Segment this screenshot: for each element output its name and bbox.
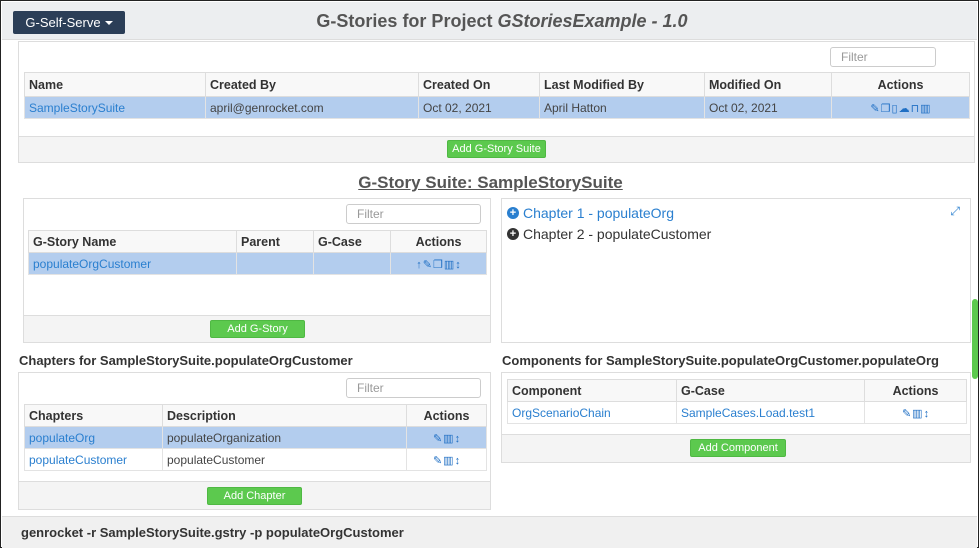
col-actions: Actions	[390, 230, 487, 253]
pencil-icon[interactable]: ✎	[902, 408, 911, 420]
col-name[interactable]: Name	[24, 72, 206, 97]
chapter-description: populateCustomer	[162, 448, 407, 471]
plus-circle-icon[interactable]: +	[507, 228, 519, 240]
pencil-icon[interactable]: ✎	[870, 103, 879, 115]
trash-icon[interactable]: ▥	[912, 408, 922, 420]
chapter-name-link[interactable]: populateCustomer	[29, 453, 127, 467]
chapter-tree-label: Chapter 1 - populateOrg	[523, 205, 674, 221]
chapter-actions: ✎▥↕	[406, 448, 487, 471]
app-window: G-Self-Serve G-Stories for Project GStor…	[0, 0, 979, 548]
suite-name-link[interactable]: SampleStorySuite	[29, 101, 125, 115]
suite-created-on: Oct 02, 2021	[418, 96, 540, 119]
pencil-icon[interactable]: ✎	[433, 455, 442, 467]
self-serve-dropdown[interactable]: G-Self-Serve	[13, 11, 125, 34]
page-title: G-Stories for Project GStoriesExample - …	[152, 11, 852, 32]
caret-down-icon	[104, 20, 113, 25]
stories-panel-footer: Add G-Story	[24, 315, 490, 342]
header-bar: G-Self-Serve G-Stories for Project GStor…	[2, 2, 977, 40]
col-gstory-name[interactable]: G-Story Name	[28, 230, 237, 253]
chapters-heading: Chapters for SampleStorySuite.populateOr…	[19, 353, 353, 368]
chapters-table: Chapters Description Actions populateOrg…	[24, 404, 487, 471]
add-component-button[interactable]: Add Component	[690, 439, 786, 457]
trash-icon[interactable]: ▥	[443, 455, 453, 467]
col-gcase[interactable]: G-Case	[676, 379, 865, 402]
chapter-actions: ✎▥↕	[406, 426, 487, 449]
unlock-icon[interactable]: ⊓	[911, 103, 920, 115]
suite-modified-on: Oct 02, 2021	[704, 96, 832, 119]
col-component[interactable]: Component	[507, 379, 677, 402]
chapter-name-link[interactable]: populateOrg	[29, 431, 95, 445]
components-panel: Component G-Case Actions OrgScenarioChai…	[501, 372, 971, 463]
reorder-icon[interactable]: ↕	[924, 408, 930, 420]
story-parent	[236, 252, 314, 275]
components-panel-footer: Add Component	[502, 434, 970, 462]
col-actions: Actions	[831, 72, 970, 97]
chapters-filter-input[interactable]	[346, 378, 481, 398]
col-gcase[interactable]: G-Case	[313, 230, 391, 253]
expand-icon[interactable]: ⤢	[950, 204, 960, 219]
page-title-prefix: G-Stories for Project	[316, 11, 498, 31]
table-row[interactable]: OrgScenarioChain SampleCases.Load.test1 …	[507, 401, 967, 424]
suite-last-modified-by: April Hatton	[539, 96, 705, 119]
chapter-tree-item[interactable]: + Chapter 2 - populateCustomer	[507, 226, 711, 242]
suite-actions: ✎❐▯☁⊓▥	[831, 96, 970, 119]
suite-title: G-Story Suite: SampleStorySuite	[358, 173, 623, 192]
page-title-project: GStoriesExample - 1.0	[497, 11, 688, 31]
story-actions: ↑✎❐▥↕	[390, 252, 487, 275]
story-name-link[interactable]: populateOrgCustomer	[33, 257, 151, 271]
plus-circle-icon[interactable]: +	[507, 207, 519, 219]
add-suite-button[interactable]: Add G-Story Suite	[447, 140, 546, 158]
add-chapter-button[interactable]: Add Chapter	[207, 487, 302, 505]
suites-table: Name Created By Created On Last Modified…	[24, 72, 970, 119]
col-last-modified-by[interactable]: Last Modified By	[539, 72, 705, 97]
story-gcase	[313, 252, 391, 275]
chapters-panel: Chapters Description Actions populateOrg…	[18, 372, 491, 510]
components-table: Component G-Case Actions OrgScenarioChai…	[507, 379, 967, 424]
col-parent[interactable]: Parent	[236, 230, 314, 253]
col-created-on[interactable]: Created On	[418, 72, 540, 97]
component-actions: ✎▥↕	[864, 401, 967, 424]
copy-icon[interactable]: ❐	[881, 103, 891, 115]
reorder-icon[interactable]: ↕	[455, 455, 461, 467]
col-chapters[interactable]: Chapters	[24, 404, 163, 427]
col-actions: Actions	[406, 404, 487, 427]
trash-icon[interactable]: ▥	[443, 433, 453, 445]
suites-filter-input[interactable]	[830, 47, 936, 67]
add-story-button[interactable]: Add G-Story	[210, 320, 305, 338]
component-name-link[interactable]: OrgScenarioChain	[512, 406, 611, 420]
chapters-panel-footer: Add Chapter	[19, 481, 490, 509]
col-created-by[interactable]: Created By	[205, 72, 419, 97]
file-icon[interactable]: ▯	[892, 103, 898, 115]
chapter-description: populateOrganization	[162, 426, 407, 449]
self-serve-label: G-Self-Serve	[25, 15, 101, 30]
pencil-icon[interactable]: ✎	[433, 433, 442, 445]
reorder-icon[interactable]: ↕	[455, 433, 461, 445]
table-row[interactable]: SampleStorySuite april@genrocket.com Oct…	[24, 96, 970, 119]
cloud-download-icon[interactable]: ☁	[899, 103, 910, 115]
suites-panel: Name Created By Created On Last Modified…	[18, 41, 975, 163]
chapter-tree-item[interactable]: + Chapter 1 - populateOrg	[507, 205, 674, 221]
table-row[interactable]: populateOrg populateOrganization ✎▥↕	[24, 426, 487, 449]
suites-panel-footer: Add G-Story Suite	[19, 136, 974, 162]
col-actions: Actions	[864, 379, 967, 402]
col-modified-on[interactable]: Modified On	[704, 72, 832, 97]
chapter-tree-label: Chapter 2 - populateCustomer	[523, 226, 712, 242]
table-row[interactable]: populateOrgCustomer ↑✎❐▥↕	[28, 252, 487, 275]
stories-filter-input[interactable]	[346, 204, 481, 224]
reorder-icon[interactable]: ↕	[455, 259, 461, 271]
copy-icon[interactable]: ❐	[433, 259, 443, 271]
table-row[interactable]: populateCustomer populateCustomer ✎▥↕	[24, 448, 487, 471]
arrow-up-icon[interactable]: ↑	[416, 259, 422, 271]
pencil-icon[interactable]: ✎	[423, 259, 432, 271]
command-text: genrocket -r SampleStorySuite.gstry -p p…	[21, 525, 404, 540]
col-description[interactable]: Description	[162, 404, 407, 427]
suite-created-by: april@genrocket.com	[205, 96, 419, 119]
trash-icon[interactable]: ▥	[920, 103, 930, 115]
components-heading: Components for SampleStorySuite.populate…	[502, 353, 939, 368]
stories-table: G-Story Name Parent G-Case Actions popul…	[28, 230, 487, 275]
scrollbar[interactable]	[972, 299, 978, 379]
trash-icon[interactable]: ▥	[444, 259, 454, 271]
component-gcase-link[interactable]: SampleCases.Load.test1	[681, 406, 815, 420]
stories-panel: G-Story Name Parent G-Case Actions popul…	[23, 198, 491, 343]
